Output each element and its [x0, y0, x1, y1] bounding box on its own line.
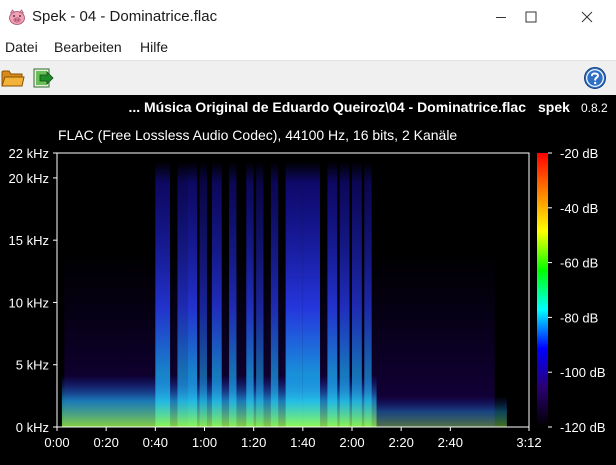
x-tick-label: 2:20 [389, 435, 414, 450]
y-tick-label: 20 kHz [9, 171, 49, 186]
x-tick-label: 0:40 [143, 435, 168, 450]
maximize-icon [525, 11, 537, 23]
spectrogram-view: ... Música Original de Eduardo Queiroz\0… [0, 95, 616, 465]
x-tick-label: 1:00 [192, 435, 217, 450]
maximize-button[interactable] [508, 0, 554, 34]
close-button[interactable] [564, 0, 610, 34]
x-tick-label: 1:20 [241, 435, 266, 450]
bass-energy [61, 374, 377, 427]
menu-hilfe[interactable]: Hilfe [140, 39, 168, 55]
x-tick-label: 2:40 [438, 435, 463, 450]
color-scale-bar [537, 153, 548, 427]
color-tick-label: -120 dB [560, 420, 606, 435]
window-title: Spek - 04 - Dominatrice.flac [32, 8, 218, 25]
pig-icon [9, 9, 25, 25]
menu-bearbeiten[interactable]: Bearbeiten [54, 39, 122, 55]
bass-energy-tail [376, 395, 507, 427]
color-tick-label: -40 dB [560, 201, 598, 216]
close-icon [581, 11, 593, 23]
x-tick-label: 0:00 [44, 435, 69, 450]
color-tick-label: -60 dB [560, 256, 598, 271]
menu-bar: Datei Bearbeiten Hilfe [0, 34, 616, 60]
color-tick-label: -80 dB [560, 310, 598, 325]
color-tick-label: -20 dB [560, 146, 598, 161]
y-tick-label: 5 kHz [16, 358, 49, 373]
color-tick-label: -100 dB [560, 365, 606, 380]
x-tick-label: 2:00 [339, 435, 364, 450]
x-tick-label: 1:40 [290, 435, 315, 450]
y-tick-label: 22 kHz [9, 146, 49, 161]
y-tick-label: 15 kHz [9, 233, 49, 248]
x-tick-label: 0:20 [94, 435, 119, 450]
minimize-icon [496, 17, 506, 18]
title-bar: Spek - 04 - Dominatrice.flac [0, 0, 616, 34]
y-tick-label: 10 kHz [9, 295, 49, 310]
spectrogram-chart: 0 kHz 5 kHz 10 kHz 15 kHz 20 kHz 22 kHz 0:00 0:… [9, 146, 606, 450]
help-icon[interactable] [583, 66, 607, 90]
open-folder-icon[interactable] [1, 66, 25, 90]
menu-datei[interactable]: Datei [5, 39, 38, 55]
y-tick-label: 0 kHz [16, 420, 49, 435]
x-tick-label: 3:12 [516, 435, 541, 450]
toolbar [0, 60, 616, 95]
save-export-icon[interactable] [31, 66, 55, 90]
